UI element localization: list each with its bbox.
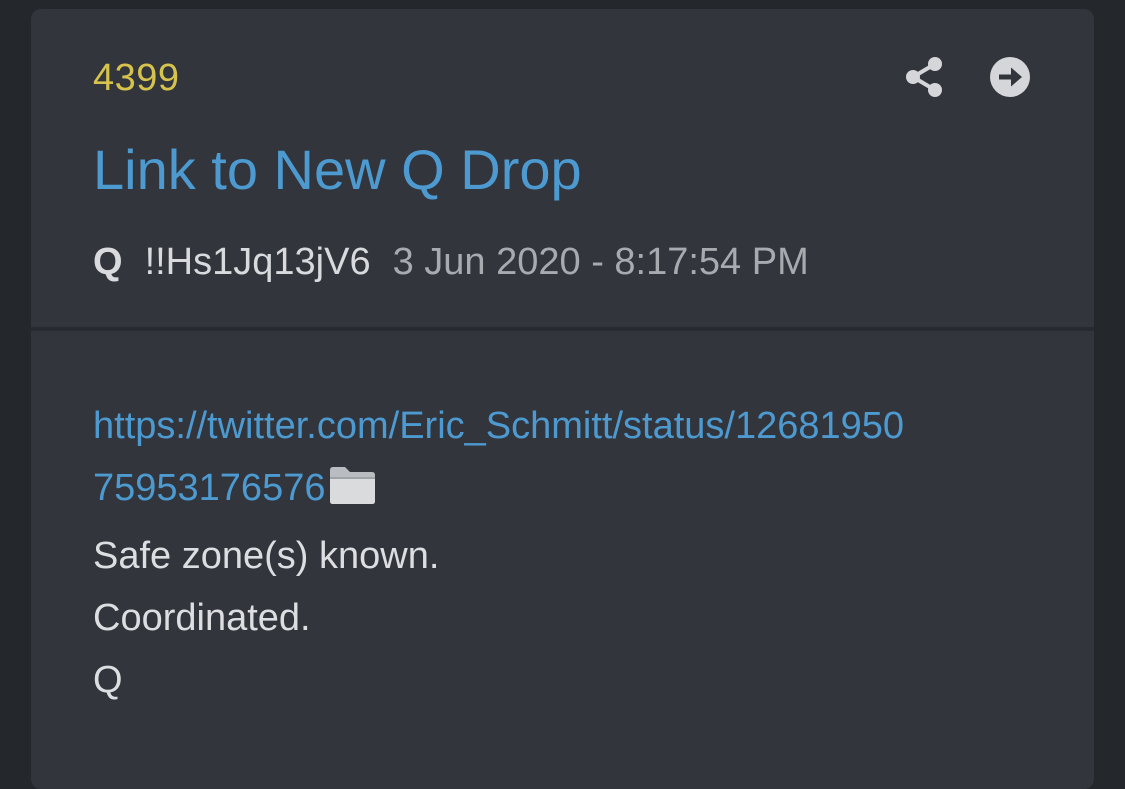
post-link-line2: 75953176576 [93, 467, 326, 509]
post-author: Q [93, 241, 123, 283]
post-date: 3 Jun 2020 - 8:17:54 PM [392, 241, 809, 283]
share-button[interactable] [902, 55, 946, 99]
post-actions [902, 55, 1032, 99]
post-line-2: Coordinated. [93, 597, 311, 639]
arrow-right-circle-icon [990, 57, 1030, 97]
post-line-3: Q [93, 659, 123, 701]
post-card: 4399 Link to New Q Drop Q !!Hs1Jq13jV6 3… [31, 9, 1094, 789]
post-tripcode: !!Hs1Jq13jV6 [144, 241, 371, 283]
open-post-button[interactable] [988, 55, 1032, 99]
post-number[interactable]: 4399 [93, 57, 180, 100]
post-link-line1: https://twitter.com/Eric_Schmitt/status/… [93, 405, 905, 447]
post-link[interactable]: https://twitter.com/Eric_Schmitt/status/… [93, 395, 1033, 525]
folder-icon [327, 463, 379, 525]
post-line-1: Safe zone(s) known. [93, 535, 440, 577]
post-title-link[interactable]: Link to New Q Drop [93, 137, 582, 202]
header-divider [31, 327, 1094, 331]
share-icon [906, 57, 942, 97]
post-header: 4399 Link to New Q Drop Q !!Hs1Jq13jV6 3… [31, 9, 1094, 329]
post-body: https://twitter.com/Eric_Schmitt/status/… [93, 395, 1033, 711]
post-meta: Q !!Hs1Jq13jV6 3 Jun 2020 - 8:17:54 PM [93, 241, 809, 284]
